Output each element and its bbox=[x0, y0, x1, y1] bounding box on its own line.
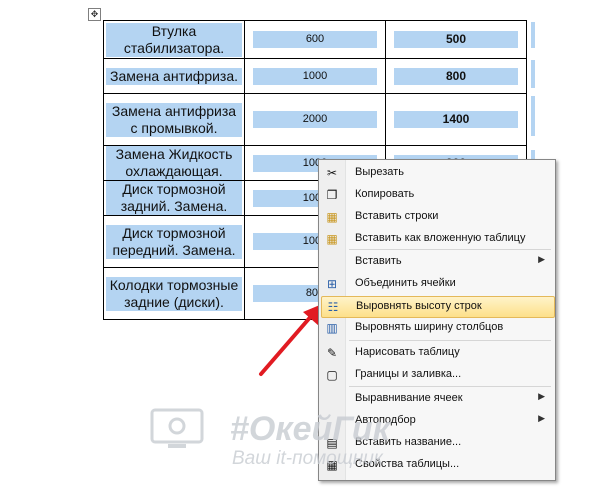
table-cell-price[interactable]: 2000 bbox=[244, 93, 386, 146]
cell-text: 2000 bbox=[253, 111, 377, 128]
menu-item-label: Выровнять высоту строк bbox=[356, 300, 482, 312]
distribute-rows-icon: ☷ bbox=[327, 300, 339, 314]
menu-item-label: Объединить ячейки bbox=[355, 277, 456, 289]
menu-item-label: Вставить bbox=[355, 255, 402, 267]
menu-separator bbox=[349, 340, 551, 341]
scissors-icon: ✂ bbox=[326, 166, 338, 180]
borders-shading-icon: ▢ bbox=[326, 368, 338, 382]
cell-text: Втулка стабилизатора. bbox=[106, 22, 242, 57]
row-end-marker bbox=[531, 22, 535, 48]
menu-item-distribute-rows[interactable]: ☷ Выровнять высоту строк bbox=[321, 296, 555, 318]
menu-item-label: Вставить строки bbox=[355, 210, 439, 222]
submenu-arrow-icon: ▶ bbox=[538, 413, 545, 423]
row-end-marker bbox=[531, 60, 535, 88]
menu-item-label: Границы и заливка... bbox=[355, 368, 462, 380]
submenu-arrow-icon: ▶ bbox=[538, 391, 545, 401]
cell-text: 800 bbox=[394, 67, 518, 85]
menu-item-label: Выровнять ширину столбцов bbox=[355, 321, 504, 333]
paste-rows-icon: ▦ bbox=[326, 210, 338, 224]
menu-item-cut[interactable]: ✂ Вырезать bbox=[321, 163, 553, 183]
table-cell-name[interactable]: Диск тормозной передний. Замена. bbox=[103, 215, 245, 268]
cell-text: 1400 bbox=[394, 111, 518, 128]
table-row: Замена антифриза с промывкой. 2000 1400 bbox=[103, 93, 527, 146]
menu-separator bbox=[349, 386, 551, 387]
table-row: Замена антифриза. 1000 800 bbox=[103, 58, 527, 94]
table-move-handle[interactable]: ✥ bbox=[88, 8, 101, 21]
menu-item-distribute-columns[interactable]: ▥ Выровнять ширину столбцов bbox=[321, 318, 553, 338]
table-cell-name[interactable]: Втулка стабилизатора. bbox=[103, 20, 245, 59]
draw-table-icon: ✎ bbox=[326, 346, 338, 360]
table-cell-name[interactable]: Диск тормозной задний. Замена. bbox=[103, 180, 245, 216]
menu-item-copy[interactable]: ❐ Копировать bbox=[321, 185, 553, 205]
watermark-subtitle: Ваш it-помощник bbox=[232, 448, 383, 469]
table-cell-name[interactable]: Замена антифриза. bbox=[103, 58, 245, 94]
menu-item-paste-nested-table[interactable]: ▦ Вставить как вложенную таблицу bbox=[321, 229, 553, 249]
menu-separator bbox=[349, 249, 551, 250]
gear-screen-icon bbox=[150, 408, 204, 448]
watermark-title: #ОкейГик bbox=[230, 410, 390, 448]
menu-item-label: Нарисовать таблицу bbox=[355, 346, 460, 358]
distribute-columns-icon: ▥ bbox=[326, 321, 338, 335]
table-cell-name[interactable]: Замена Жидкость охлаждающая. bbox=[103, 145, 245, 181]
table-cell-total[interactable]: 800 bbox=[385, 58, 527, 94]
submenu-arrow-icon: ▶ bbox=[538, 254, 545, 264]
menu-item-borders-shading[interactable]: ▢ Границы и заливка... bbox=[321, 365, 553, 385]
menu-item-paste-rows[interactable]: ▦ Вставить строки bbox=[321, 207, 553, 227]
table-cell-price[interactable]: 600 bbox=[244, 20, 386, 59]
menu-item-insert[interactable]: Вставить ▶ bbox=[321, 252, 553, 272]
merge-cells-icon: ⊞ bbox=[326, 277, 338, 291]
cell-text: Замена антифриза с промывкой. bbox=[106, 102, 242, 137]
copy-icon: ❐ bbox=[326, 188, 338, 202]
menu-item-merge-cells[interactable]: ⊞ Объединить ячейки bbox=[321, 274, 553, 294]
menu-item-label: Вырезать bbox=[355, 166, 404, 178]
cell-text: 600 bbox=[253, 31, 377, 48]
menu-item-label: Выравнивание ячеек bbox=[355, 392, 463, 404]
table-row: Втулка стабилизатора. 600 500 bbox=[103, 20, 527, 59]
table-cell-total[interactable]: 1400 bbox=[385, 93, 527, 146]
cell-text: Диск тормозной задний. Замена. bbox=[106, 181, 242, 215]
row-end-marker bbox=[531, 96, 535, 136]
menu-item-cell-alignment[interactable]: Выравнивание ячеек ▶ bbox=[321, 389, 553, 409]
table-cell-total[interactable]: 500 bbox=[385, 20, 527, 59]
table-cell-name[interactable]: Замена антифриза с промывкой. bbox=[103, 93, 245, 146]
cell-text: 1000 bbox=[253, 67, 377, 85]
cell-text: 500 bbox=[394, 31, 518, 48]
cell-text: Замена Жидкость охлаждающая. bbox=[106, 146, 242, 180]
menu-item-draw-table[interactable]: ✎ Нарисовать таблицу bbox=[321, 343, 553, 363]
menu-item-label: Копировать bbox=[355, 188, 415, 200]
menu-item-label: Вставить как вложенную таблицу bbox=[355, 232, 526, 244]
cell-text: Диск тормозной передний. Замена. bbox=[106, 224, 242, 259]
cell-text: Колодки тормозные задние (диски). bbox=[106, 276, 242, 311]
cell-text: Замена антифриза. bbox=[106, 67, 242, 85]
paste-nested-table-icon: ▦ bbox=[326, 232, 338, 246]
table-cell-price[interactable]: 1000 bbox=[244, 58, 386, 94]
table-cell-name[interactable]: Колодки тормозные задние (диски). bbox=[103, 267, 245, 320]
